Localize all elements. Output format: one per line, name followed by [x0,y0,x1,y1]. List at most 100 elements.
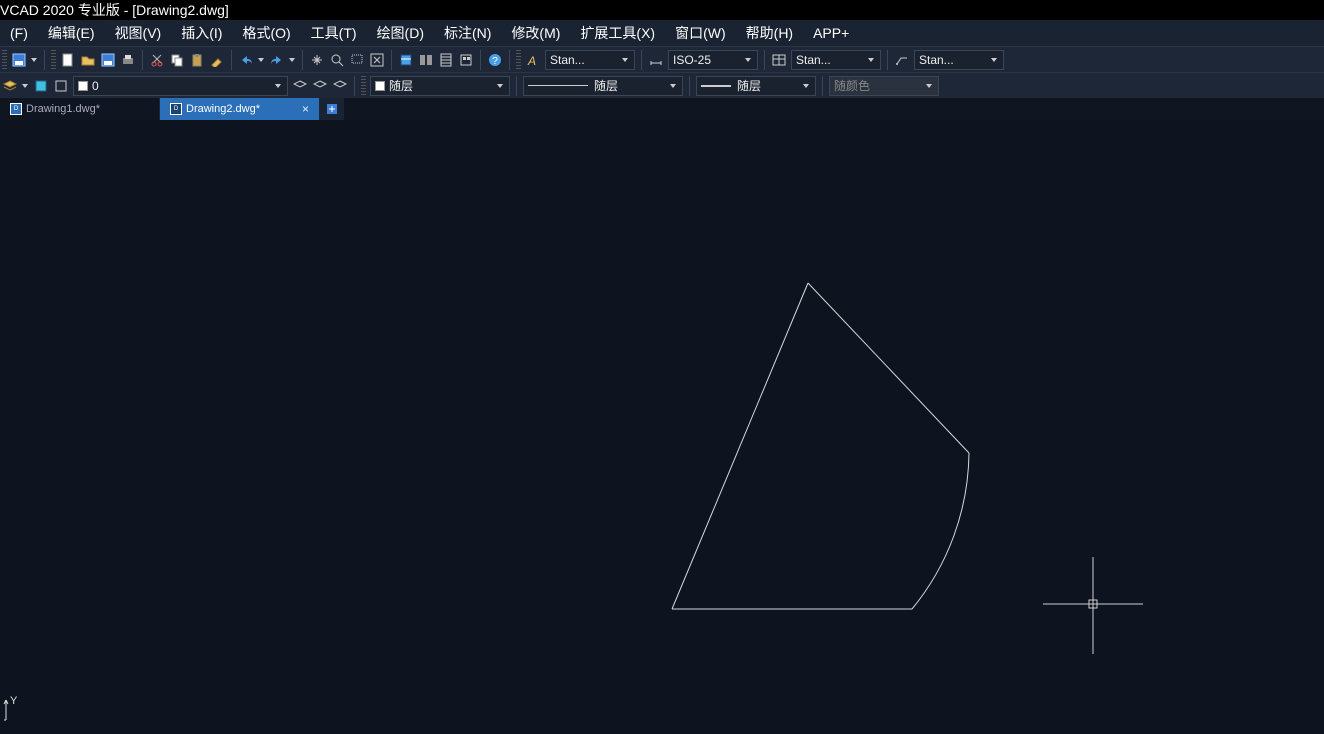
match-properties-icon[interactable] [208,51,226,69]
toolbar-grip[interactable] [51,50,56,70]
layer-previous-icon[interactable] [291,77,309,95]
toolbar-grip[interactable] [2,50,7,70]
tab-label: Drawing2.dwg* [186,103,260,115]
toolbar-divider [142,50,143,70]
toolbar-row-1: ? A Stan... ISO-25 Stan... Stan... [0,46,1324,72]
menu-express[interactable]: 扩展工具(X) [570,20,665,46]
dropdown-icon[interactable] [670,84,676,88]
dim-style-combo[interactable]: ISO-25 [668,50,758,70]
properties-icon[interactable] [397,51,415,69]
toolbar-divider [302,50,303,70]
dropdown-icon[interactable] [289,58,295,62]
linetype-combo[interactable]: 随层 [523,76,683,96]
drawing-canvas[interactable]: Y [0,120,1324,731]
dim-style-value: ISO-25 [673,53,711,67]
menu-format[interactable]: 格式(O) [232,20,300,46]
document-tabs: D Drawing1.dwg* D Drawing2.dwg* × [0,98,1324,120]
toolbar-grip[interactable] [516,50,521,70]
dropdown-icon[interactable] [258,58,264,62]
print-icon[interactable] [119,51,137,69]
dropdown-icon[interactable] [868,58,874,62]
layer-manager-icon[interactable] [1,77,19,95]
zoom-window-icon[interactable] [348,51,366,69]
toolbar-divider [354,76,355,96]
open-icon[interactable] [79,51,97,69]
dim-style-icon[interactable] [647,51,665,69]
toolbar-divider [391,50,392,70]
layer-isolate-icon[interactable] [311,77,329,95]
linetype-value: 随层 [594,77,618,94]
drawing-content [0,120,1324,731]
toolbar-divider [822,76,823,96]
document-tab[interactable]: D Drawing1.dwg* [0,98,160,120]
undo-icon[interactable] [237,51,255,69]
menu-help[interactable]: 帮助(H) [736,20,803,46]
layer-filter-icon[interactable] [52,77,70,95]
copy-icon[interactable] [168,51,186,69]
sheet-set-icon[interactable] [457,51,475,69]
linetype-sample [528,85,588,86]
dropdown-icon[interactable] [497,84,503,88]
table-style-icon[interactable] [770,51,788,69]
toolbar-divider [641,50,642,70]
menu-insert[interactable]: 插入(I) [171,20,232,46]
plotstyle-combo[interactable]: 随颜色 [829,76,939,96]
dropdown-icon[interactable] [22,84,28,88]
close-icon[interactable]: × [302,102,309,116]
cut-icon[interactable] [148,51,166,69]
menu-app[interactable]: APP+ [803,22,859,44]
color-value: 随层 [389,77,413,94]
redo-icon[interactable] [268,51,286,69]
zoom-icon[interactable] [328,51,346,69]
design-center-icon[interactable] [417,51,435,69]
plotstyle-value: 随颜色 [834,77,870,94]
menu-dimension[interactable]: 标注(N) [434,20,501,46]
dropdown-icon[interactable] [622,58,628,62]
document-tab-active[interactable]: D Drawing2.dwg* × [160,98,320,120]
toolbar-grip[interactable] [361,76,366,96]
menu-bar: (F) 编辑(E) 视图(V) 插入(I) 格式(O) 工具(T) 绘图(D) … [0,20,1324,46]
dropdown-icon[interactable] [745,58,751,62]
menu-file[interactable]: (F) [0,22,38,44]
lineweight-value: 随层 [737,77,761,94]
color-combo[interactable]: 随层 [370,76,510,96]
text-style-value: Stan... [550,53,585,67]
menu-window[interactable]: 窗口(W) [665,20,736,46]
toolbar-divider [509,50,510,70]
tool-palettes-icon[interactable] [437,51,455,69]
lineweight-combo[interactable]: 随层 [696,76,816,96]
mleader-style-icon[interactable] [893,51,911,69]
dropdown-icon[interactable] [31,58,37,62]
menu-tools[interactable]: 工具(T) [301,20,367,46]
text-style-combo[interactable]: Stan... [545,50,635,70]
zoom-extents-icon[interactable] [368,51,386,69]
dropdown-icon[interactable] [926,84,932,88]
pan-icon[interactable] [308,51,326,69]
layer-value: 0 [92,79,99,93]
new-tab-button[interactable] [320,98,344,120]
save-icon[interactable] [99,51,117,69]
toolbar-divider [516,76,517,96]
toolbar-row-2: 0 随层 随层 随层 随颜色 [0,72,1324,98]
new-icon[interactable] [59,51,77,69]
svg-text:?: ? [492,56,498,67]
table-style-combo[interactable]: Stan... [791,50,881,70]
paste-icon[interactable] [188,51,206,69]
dropdown-icon[interactable] [803,84,809,88]
layer-states-icon[interactable] [32,77,50,95]
dropdown-icon[interactable] [991,58,997,62]
title-bar: VCAD 2020 专业版 - [Drawing2.dwg] [0,0,1324,20]
dropdown-icon[interactable] [275,84,281,88]
menu-draw[interactable]: 绘图(D) [367,20,434,46]
layer-freeze-icon[interactable] [331,77,349,95]
help-icon[interactable]: ? [486,51,504,69]
menu-view[interactable]: 视图(V) [105,20,172,46]
menu-modify[interactable]: 修改(M) [501,20,570,46]
text-style-icon[interactable]: A [524,51,542,69]
menu-edit[interactable]: 编辑(E) [38,20,105,46]
layer-combo[interactable]: 0 [73,76,288,96]
mleader-style-combo[interactable]: Stan... [914,50,1004,70]
window-title: VCAD 2020 专业版 - [Drawing2.dwg] [0,0,229,20]
save-icon[interactable] [10,51,28,69]
crosshair-cursor [1043,557,1143,654]
